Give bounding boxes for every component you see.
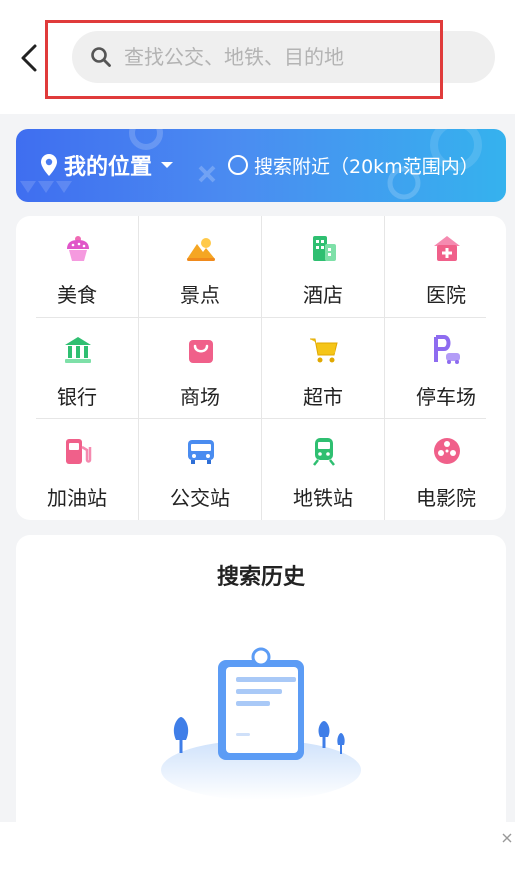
category-hotel[interactable]: 酒店: [262, 216, 384, 317]
category-label: 景点: [180, 283, 220, 307]
category-subway-station[interactable]: 地铁站: [262, 419, 384, 520]
category-supermarket[interactable]: 超市: [262, 318, 384, 419]
category-bank[interactable]: 银行: [16, 318, 138, 419]
category-gas-station[interactable]: 加油站: [16, 419, 138, 520]
mountain-sun-icon: [187, 238, 215, 261]
radio-circle-icon: [228, 155, 248, 175]
search-nearby-label: 搜索附近（20km范围内）: [254, 155, 479, 178]
parking-icon: [434, 335, 460, 364]
category-parking[interactable]: 停车场: [385, 318, 507, 419]
search-history-card: 搜索历史: [16, 535, 506, 835]
back-button[interactable]: [16, 42, 44, 74]
category-cinema[interactable]: 电影院: [385, 419, 507, 520]
category-grid: 美食 景点 酒店 医院 银行 商场 超市 停车场 加油站 公交站 地铁站 电影院: [16, 216, 506, 520]
category-label: 医院: [426, 283, 466, 307]
subway-train-icon: [313, 438, 335, 466]
category-hospital[interactable]: 医院: [385, 216, 507, 317]
category-label: 超市: [303, 385, 343, 409]
bank-icon: [65, 337, 91, 363]
my-location-label: 我的位置: [64, 155, 153, 180]
hotel-building-icon: [313, 236, 336, 261]
search-input[interactable]: [124, 31, 484, 83]
gas-station-icon: [66, 439, 92, 464]
search-icon: [91, 47, 111, 67]
category-label: 停车场: [416, 385, 476, 409]
ad-banner: [0, 822, 515, 895]
chevron-left-icon: [21, 44, 37, 72]
search-bar[interactable]: [72, 31, 495, 83]
category-label: 商场: [180, 385, 220, 409]
category-scenic[interactable]: 景点: [139, 216, 261, 317]
shopping-cart-icon: [310, 338, 338, 363]
category-label: 酒店: [303, 283, 343, 307]
close-icon[interactable]: [501, 832, 513, 844]
category-label: 银行: [57, 385, 97, 409]
category-label: 美食: [57, 283, 97, 307]
caret-down-icon: [161, 162, 174, 168]
location-banner: 我的位置 搜索附近（20km范围内）: [16, 129, 506, 202]
category-label: 电影院: [416, 486, 476, 510]
my-location-button[interactable]: 我的位置: [40, 149, 174, 181]
shopping-bag-icon: [189, 340, 213, 363]
cupcake-icon: [67, 236, 89, 261]
search-history-title: 搜索历史: [216, 565, 305, 590]
empty-clipboard-illustration: [161, 647, 361, 800]
location-pin-icon: [41, 154, 57, 176]
category-label: 地铁站: [293, 486, 353, 510]
category-food[interactable]: 美食: [16, 216, 138, 317]
header: [0, 0, 515, 114]
category-label: 加油站: [47, 486, 107, 510]
category-bus-stop[interactable]: 公交站: [139, 419, 261, 520]
search-nearby-button[interactable]: 搜索附近（20km范围内）: [228, 149, 479, 181]
category-label: 公交站: [170, 486, 230, 510]
hospital-icon: [434, 236, 460, 261]
film-reel-icon: [434, 438, 460, 464]
category-mall[interactable]: 商场: [139, 318, 261, 419]
bus-icon: [188, 440, 214, 464]
